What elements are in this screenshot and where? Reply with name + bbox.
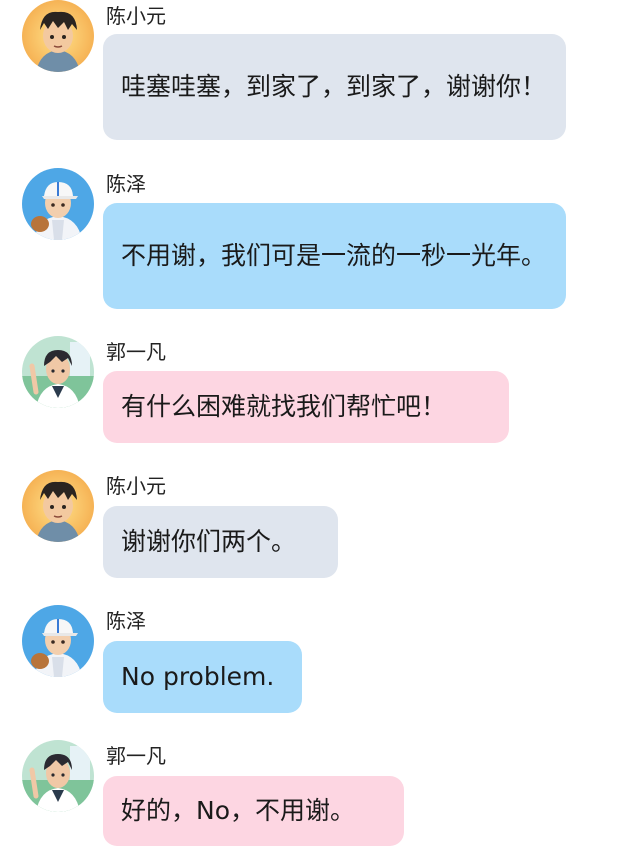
message-bubble[interactable]: No problem. <box>103 641 302 713</box>
sender-name: 陈泽 <box>106 609 146 633</box>
sender-name: 陈小元 <box>106 4 166 28</box>
message-bubble[interactable]: 哇塞哇塞，到家了，到家了，谢谢你！ <box>103 34 566 140</box>
message-bubble[interactable]: 好的，No，不用谢。 <box>103 776 404 846</box>
chat-history: 陈小元 哇塞哇塞，到家了，到家了，谢谢你！ 陈泽 不用谢，我们可是一流的一秒一光… <box>0 0 640 856</box>
message-text: 谢谢你们两个。 <box>121 527 297 556</box>
message-bubble[interactable]: 不用谢，我们可是一流的一秒一光年。 <box>103 203 566 309</box>
guo-yifan-avatar[interactable] <box>22 740 94 812</box>
message-text: 不用谢，我们可是一流的一秒一光年。 <box>121 241 547 270</box>
guo-yifan-avatar[interactable] <box>22 336 94 408</box>
sender-name: 郭一凡 <box>106 340 166 364</box>
message-text: 有什么困难就找我们帮忙吧！ <box>121 392 447 421</box>
chen-ze-avatar[interactable] <box>22 605 94 677</box>
message-text: No problem. <box>121 662 275 691</box>
sender-name: 郭一凡 <box>106 744 166 768</box>
message-bubble[interactable]: 有什么困难就找我们帮忙吧！ <box>103 371 509 443</box>
sender-name: 陈小元 <box>106 474 166 498</box>
chen-ze-avatar[interactable] <box>22 168 94 240</box>
chen-xiaoyuan-avatar[interactable] <box>22 470 94 542</box>
chen-xiaoyuan-avatar[interactable] <box>22 0 94 72</box>
message-text: 哇塞哇塞，到家了，到家了，谢谢你！ <box>121 72 547 101</box>
message-bubble[interactable]: 谢谢你们两个。 <box>103 506 338 578</box>
message-text: 好的，No，不用谢。 <box>121 796 355 825</box>
sender-name: 陈泽 <box>106 172 146 196</box>
